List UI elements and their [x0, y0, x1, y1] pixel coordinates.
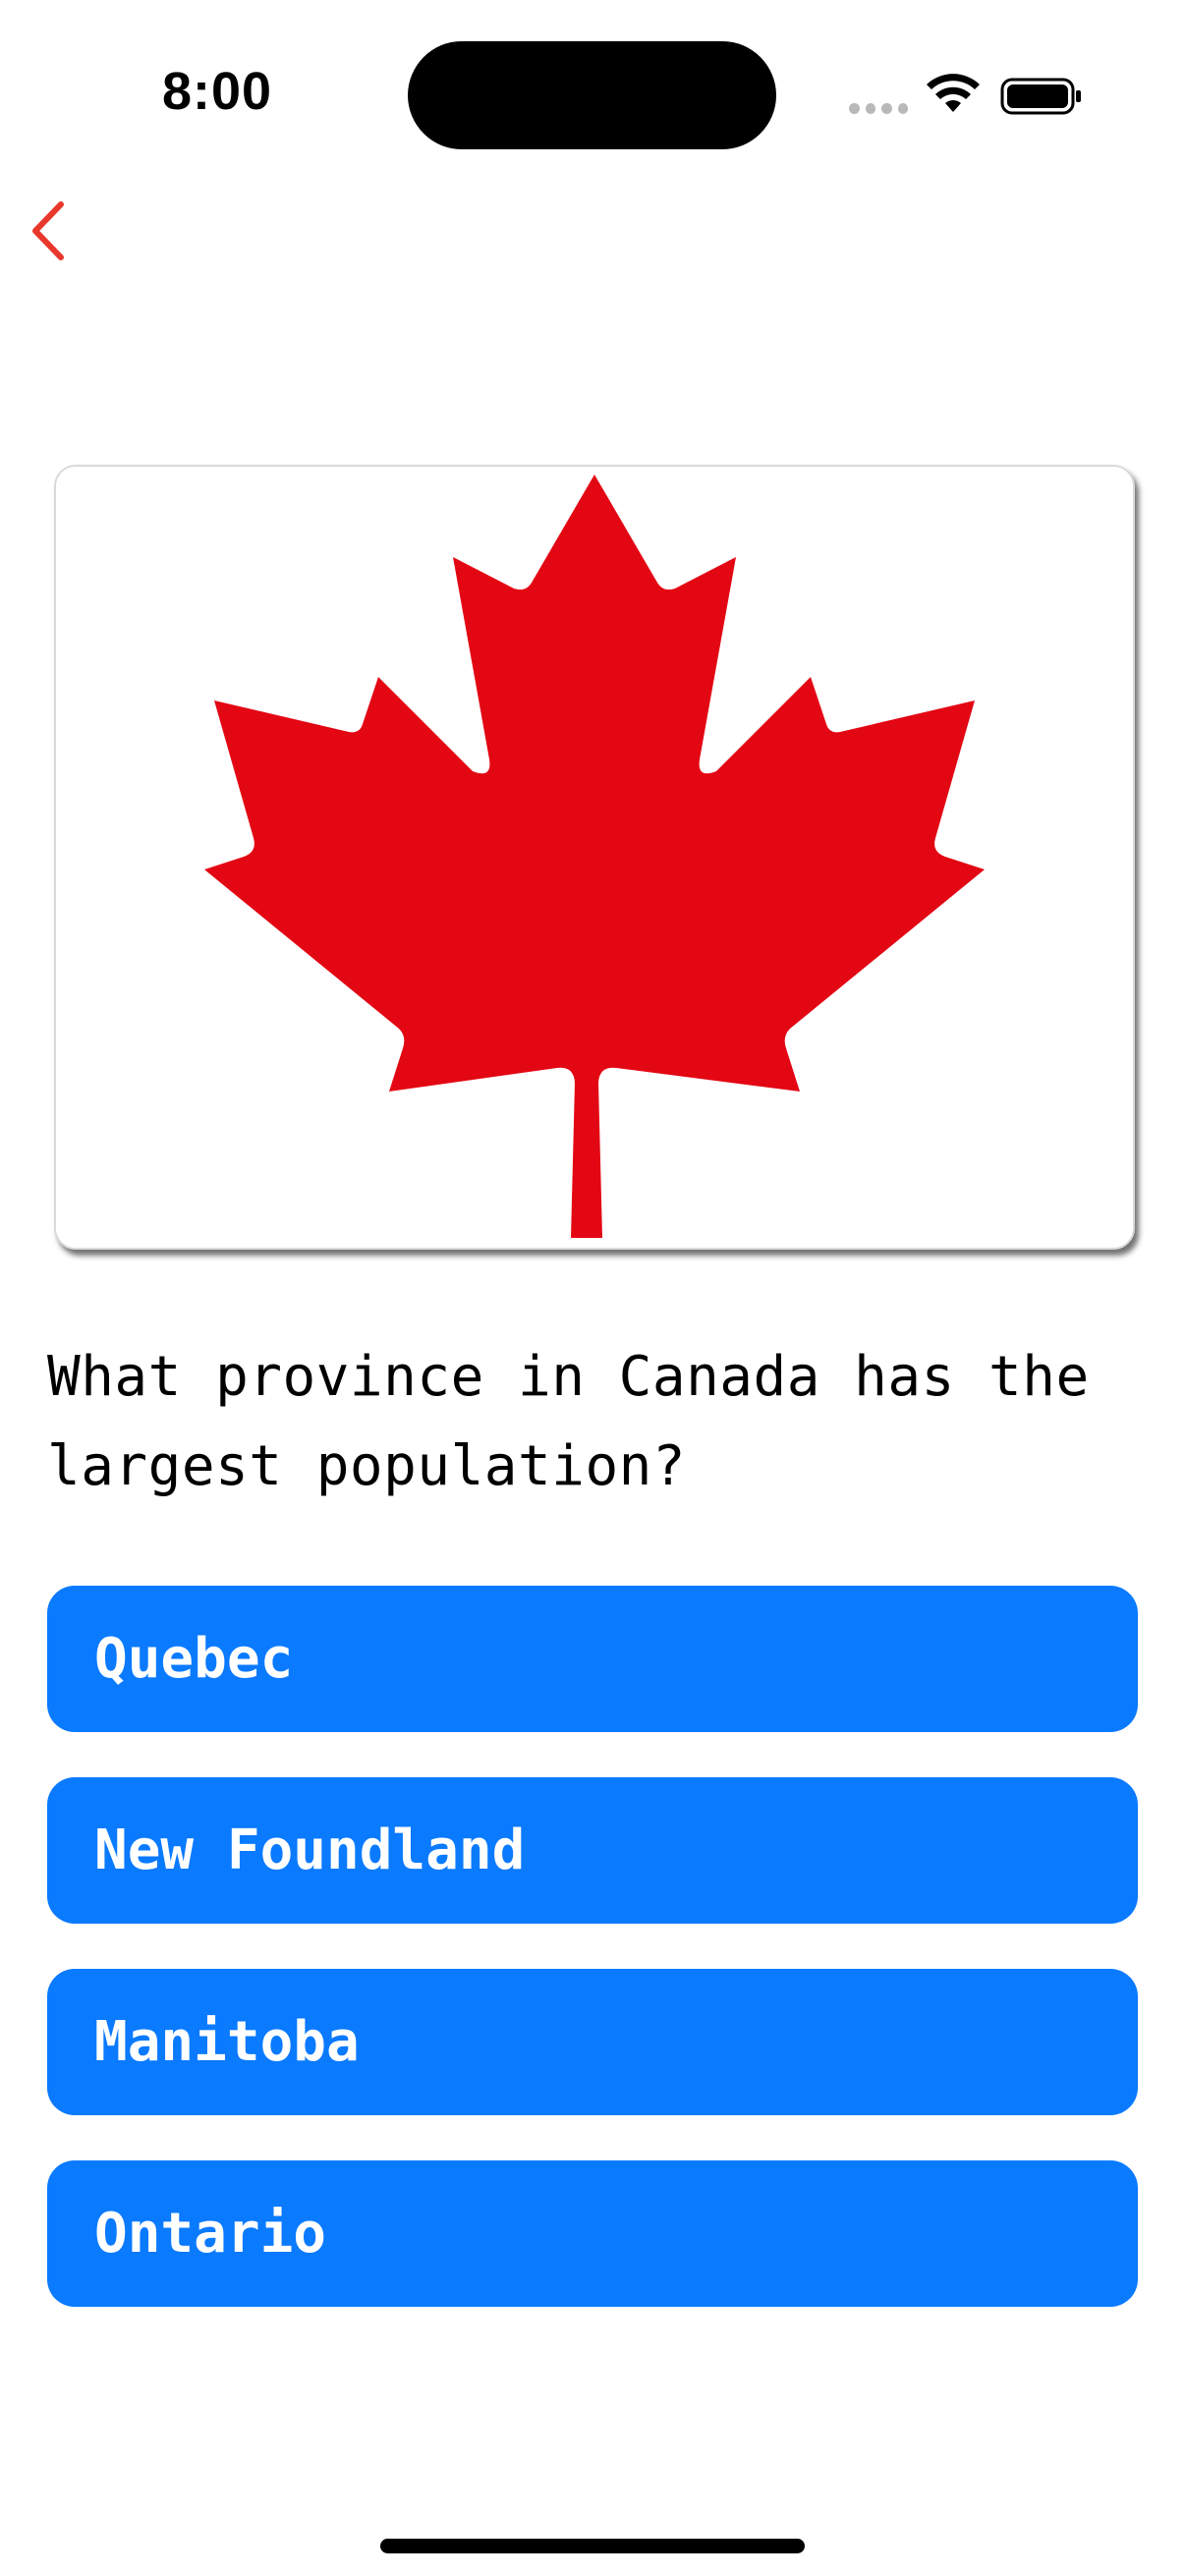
status-bar: 8:00 — [0, 0, 1185, 187]
question-text: What province in Canada has the largest … — [47, 1345, 1090, 1498]
answer-button-quebec[interactable]: Quebec — [47, 1586, 1138, 1732]
status-time: 8:00 — [162, 62, 273, 121]
wifi-icon — [927, 74, 980, 112]
back-button[interactable] — [18, 196, 77, 265]
answer-button-manitoba[interactable]: Manitoba — [47, 1969, 1138, 2115]
answer-button-new-foundland[interactable]: New Foundland — [47, 1777, 1138, 1924]
cellular-dots-icon — [849, 103, 908, 115]
battery-icon — [1000, 78, 1081, 115]
flag-image — [54, 465, 1135, 1250]
answer-list: Quebec New Foundland Manitoba Ontario — [47, 1586, 1138, 2352]
maple-leaf-icon — [56, 467, 1133, 1248]
chevron-left-icon — [32, 201, 64, 260]
dynamic-island — [408, 41, 776, 149]
answer-button-ontario[interactable]: Ontario — [47, 2160, 1138, 2307]
home-indicator[interactable] — [380, 2539, 805, 2553]
